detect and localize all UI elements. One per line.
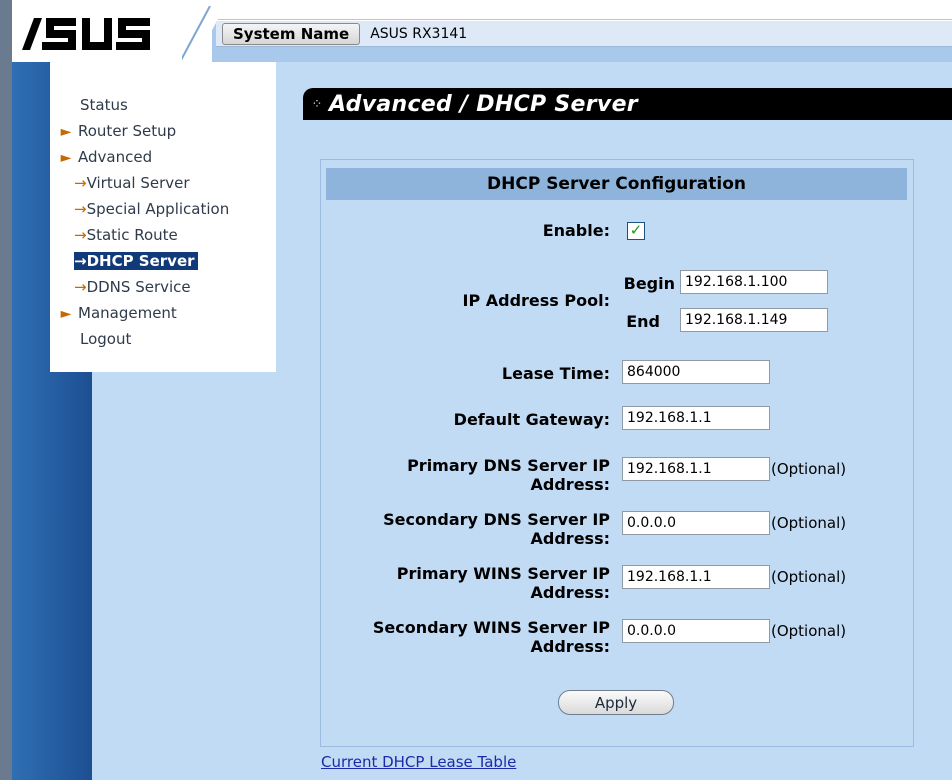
arrow-right-icon: → <box>74 200 87 218</box>
system-name-value: ASUS RX3141 <box>370 25 468 42</box>
lease-time-label: Lease Time: <box>501 364 610 383</box>
secondary-dns-label: Secondary DNS Server IP Address: <box>383 510 610 548</box>
secondary-dns-optional: (Optional) <box>771 514 847 532</box>
arrow-right-icon: → <box>74 226 87 244</box>
left-edge <box>0 0 12 780</box>
triangle-right-icon: ► <box>60 124 72 140</box>
secondary-wins-optional: (Optional) <box>771 622 847 640</box>
page-title: Advanced / DHCP Server <box>329 91 638 117</box>
primary-dns-optional: (Optional) <box>771 460 847 478</box>
primary-wins-label: Primary WINS Server IP Address: <box>396 564 610 602</box>
checkmark-icon: ✓ <box>629 221 643 239</box>
arrow-right-icon: → <box>74 174 87 192</box>
ip-pool-label: IP Address Pool: <box>462 291 611 310</box>
sidebar-item-dhcp-server[interactable]: →DHCP Server <box>50 248 276 274</box>
apply-button[interactable]: Apply <box>558 690 674 715</box>
triangle-right-icon: ► <box>60 306 72 322</box>
default-gateway-label: Default Gateway: <box>453 410 610 429</box>
sidebar-item-advanced[interactable]: ► Advanced <box>50 144 276 170</box>
triangle-right-icon: ► <box>60 150 72 166</box>
primary-dns-input[interactable]: 192.168.1.1 <box>622 457 770 481</box>
secondary-dns-input[interactable]: 0.0.0.0 <box>622 511 770 535</box>
logo-area <box>12 0 182 62</box>
enable-label: Enable: <box>542 221 610 240</box>
default-gateway-input[interactable]: 192.168.1.1 <box>622 406 770 430</box>
bullet-icon: ⁘ <box>311 96 323 112</box>
begin-label: Begin <box>623 274 675 293</box>
sidebar-item-management[interactable]: ► Management <box>50 300 276 326</box>
sidebar-item-virtual-server[interactable]: →Virtual Server <box>50 170 276 196</box>
arrow-right-icon: → <box>74 278 87 296</box>
sidebar-item-status[interactable]: Status <box>50 92 276 118</box>
sidebar-item-logout[interactable]: Logout <box>50 326 276 352</box>
ip-end-input[interactable]: 192.168.1.149 <box>680 308 828 332</box>
system-name-bar: System Name ASUS RX3141 <box>216 20 952 47</box>
ip-begin-input[interactable]: 192.168.1.100 <box>680 270 828 294</box>
secondary-wins-label: Secondary WINS Server IP Address: <box>372 618 610 656</box>
primary-wins-optional: (Optional) <box>771 568 847 586</box>
end-label: End <box>626 312 660 331</box>
sidebar-item-static-route[interactable]: →Static Route <box>50 222 276 248</box>
dhcp-config-panel: DHCP Server Configuration <box>320 159 914 747</box>
sidebar-item-ddns-service[interactable]: →DDNS Service <box>50 274 276 300</box>
primary-wins-input[interactable]: 192.168.1.1 <box>622 565 770 589</box>
sidebar-item-special-application[interactable]: →Special Application <box>50 196 276 222</box>
page-title-bar: ⁘ Advanced / DHCP Server <box>303 88 952 120</box>
lease-time-input[interactable]: 864000 <box>622 360 770 384</box>
enable-checkbox[interactable]: ✓ <box>627 222 645 240</box>
primary-dns-label: Primary DNS Server IP Address: <box>407 456 610 494</box>
panel-heading: DHCP Server Configuration <box>326 168 907 200</box>
sidebar-nav: Status ► Router Setup ► Advanced →Virtual … <box>50 62 276 372</box>
system-name-label: System Name <box>222 22 361 45</box>
secondary-wins-input[interactable]: 0.0.0.0 <box>622 619 770 643</box>
lease-table-link[interactable]: Current DHCP Lease Table <box>321 753 516 771</box>
asus-logo <box>22 18 150 50</box>
sidebar-item-router-setup[interactable]: ► Router Setup <box>50 118 276 144</box>
arrow-right-icon: → <box>74 252 87 270</box>
